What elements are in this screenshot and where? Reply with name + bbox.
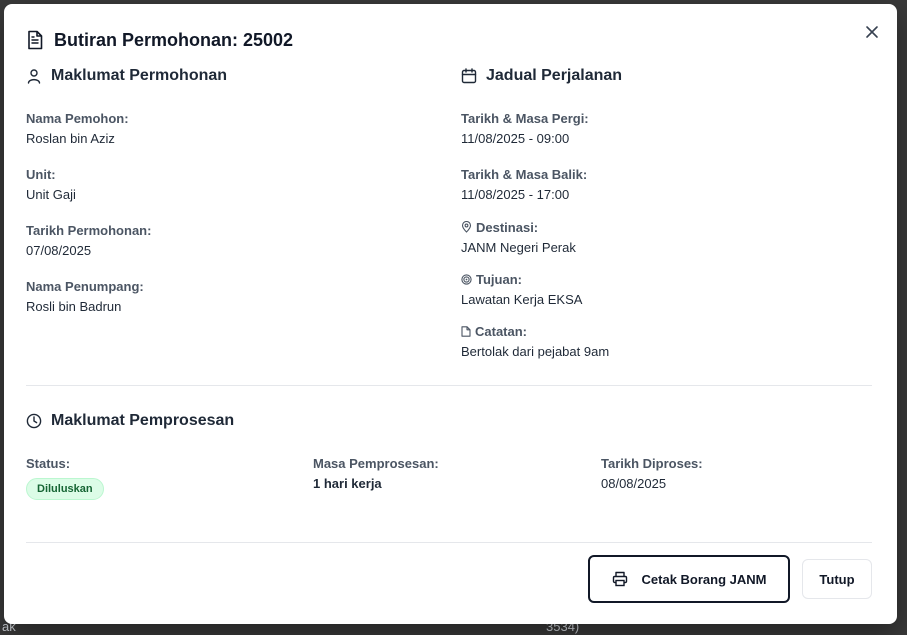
field-nama-pemohon: Nama Pemohon: Roslan bin Aziz bbox=[26, 109, 129, 149]
field-label: Tarikh & Masa Balik: bbox=[461, 166, 588, 182]
divider bbox=[26, 385, 872, 386]
field-tarikh-diproses: Tarikh Diproses: 08/08/2025 bbox=[601, 454, 703, 494]
field-value: Roslan bin Aziz bbox=[26, 131, 115, 146]
section-title: Maklumat Pemprosesan bbox=[51, 412, 235, 429]
field-tarikh-balik: Tarikh & Masa Balik: 11/08/2025 - 17:00 bbox=[461, 165, 587, 205]
printer-icon bbox=[612, 571, 627, 587]
detail-modal: Butiran Permohonan: 25002 Maklumat Permo… bbox=[4, 4, 897, 624]
field-unit: Unit: Unit Gaji bbox=[26, 165, 76, 205]
field-value: 07/08/2025 bbox=[26, 243, 92, 258]
field-label: Unit: bbox=[26, 166, 56, 182]
close-button[interactable] bbox=[862, 22, 882, 42]
field-value: JANM Negeri Perak bbox=[461, 240, 576, 255]
map-pin-icon bbox=[461, 221, 472, 233]
user-icon bbox=[27, 69, 41, 84]
file-icon bbox=[461, 325, 471, 337]
field-label: Nama Pemohon: bbox=[26, 110, 129, 126]
field-catatan: Catatan: Bertolak dari pejabat 9am bbox=[461, 322, 609, 362]
field-label: Catatan: bbox=[461, 322, 609, 340]
field-label-text: Destinasi: bbox=[476, 219, 539, 235]
modal-header: Butiran Permohonan: 25002 bbox=[26, 28, 293, 52]
clock-icon bbox=[26, 413, 42, 429]
field-label: Destinasi: bbox=[461, 218, 576, 236]
section-title: Jadual Perjalanan bbox=[486, 67, 623, 84]
section-maklumat-permohonan: Maklumat Permohonan bbox=[26, 67, 227, 85]
field-value: Rosli bin Badrun bbox=[26, 299, 122, 314]
document-icon bbox=[28, 30, 43, 50]
field-label: Tarikh & Masa Pergi: bbox=[461, 110, 589, 126]
field-value: 11/08/2025 - 09:00 bbox=[461, 131, 570, 146]
modal-title: Butiran Permohonan: 25002 bbox=[54, 29, 294, 50]
target-icon bbox=[461, 273, 472, 285]
field-nama-penumpang: Nama Penumpang: Rosli bin Badrun bbox=[26, 277, 144, 317]
field-value: 1 hari kerja bbox=[313, 476, 382, 491]
field-value: Bertolak dari pejabat 9am bbox=[461, 344, 610, 359]
field-label: Nama Penumpang: bbox=[26, 278, 144, 294]
close-button-label: Tutup bbox=[819, 571, 855, 587]
calendar-icon bbox=[461, 68, 477, 84]
section-maklumat-pemprosesan: Maklumat Pemprosesan bbox=[26, 412, 234, 430]
field-destinasi: Destinasi: JANM Negeri Perak bbox=[461, 218, 576, 258]
field-tujuan: Tujuan: Lawatan Kerja EKSA bbox=[461, 270, 582, 310]
field-label: Tarikh Permohonan: bbox=[26, 222, 152, 238]
field-label-text: Catatan: bbox=[475, 323, 528, 339]
divider bbox=[26, 542, 872, 543]
status-badge: Diluluskan bbox=[26, 478, 104, 500]
field-value: 11/08/2025 - 17:00 bbox=[461, 187, 570, 202]
field-status: Status: Diluluskan bbox=[26, 454, 104, 500]
section-title: Maklumat Permohonan bbox=[51, 67, 228, 84]
section-jadual-perjalanan: Jadual Perjalanan bbox=[461, 67, 622, 85]
field-masa-pemprosesan: Masa Pemprosesan: 1 hari kerja bbox=[313, 454, 439, 494]
field-tarikh-permohonan: Tarikh Permohonan: 07/08/2025 bbox=[26, 221, 151, 261]
print-button[interactable]: Cetak Borang JANM bbox=[588, 555, 790, 603]
field-value: 08/08/2025 bbox=[601, 476, 667, 491]
close-footer-button[interactable]: Tutup bbox=[802, 559, 872, 599]
field-value: Unit Gaji bbox=[26, 187, 76, 202]
field-label: Tarikh Diproses: bbox=[601, 455, 703, 471]
field-label: Tujuan: bbox=[461, 270, 582, 288]
field-value: Lawatan Kerja EKSA bbox=[461, 292, 583, 307]
field-tarikh-pergi: Tarikh & Masa Pergi: 11/08/2025 - 09:00 bbox=[461, 109, 589, 149]
x-icon bbox=[866, 26, 878, 38]
print-button-label: Cetak Borang JANM bbox=[641, 571, 767, 587]
field-label: Status: bbox=[26, 455, 71, 471]
field-label-text: Tujuan: bbox=[476, 271, 522, 287]
field-label: Masa Pemprosesan: bbox=[313, 455, 439, 471]
